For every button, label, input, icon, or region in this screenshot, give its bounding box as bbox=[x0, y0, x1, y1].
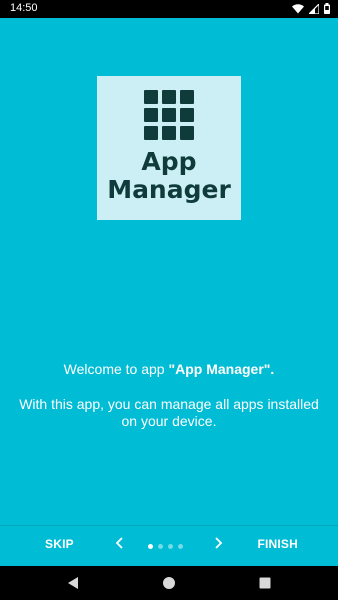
logo-text-line2: Manager bbox=[107, 175, 231, 204]
back-icon[interactable] bbox=[66, 576, 80, 590]
system-navigation-bar bbox=[0, 566, 338, 600]
status-bar: 14:50 bbox=[0, 0, 338, 18]
page-dot bbox=[158, 544, 163, 549]
chevron-right-icon[interactable] bbox=[210, 535, 226, 551]
grid-icon bbox=[144, 90, 194, 140]
battery-icon bbox=[324, 3, 330, 14]
chevron-left-icon[interactable] bbox=[112, 535, 128, 551]
intro-navigation: SKIP FINISH bbox=[0, 526, 338, 566]
page-dot bbox=[168, 544, 173, 549]
recents-icon[interactable] bbox=[258, 576, 272, 590]
intro-screen: App Manager Welcome to app "App Manager"… bbox=[0, 18, 338, 566]
home-icon[interactable] bbox=[162, 576, 176, 590]
page-dot-active bbox=[148, 544, 153, 549]
app-logo: App Manager bbox=[97, 76, 241, 220]
app-name: "App Manager". bbox=[168, 361, 275, 377]
finish-button[interactable]: FINISH bbox=[257, 537, 298, 551]
signal-icon bbox=[307, 2, 320, 15]
page-indicator bbox=[148, 544, 183, 549]
skip-button[interactable]: SKIP bbox=[45, 537, 74, 551]
welcome-text: Welcome to app "App Manager". bbox=[10, 360, 328, 378]
wifi-icon bbox=[292, 3, 304, 14]
logo-text-line1: App bbox=[141, 147, 197, 176]
status-time: 14:50 bbox=[10, 2, 38, 14]
page-dot bbox=[178, 544, 183, 549]
description-text: With this app, you can manage all apps i… bbox=[19, 396, 319, 429]
status-icons bbox=[292, 2, 330, 15]
welcome-prefix: Welcome to app bbox=[63, 361, 169, 377]
